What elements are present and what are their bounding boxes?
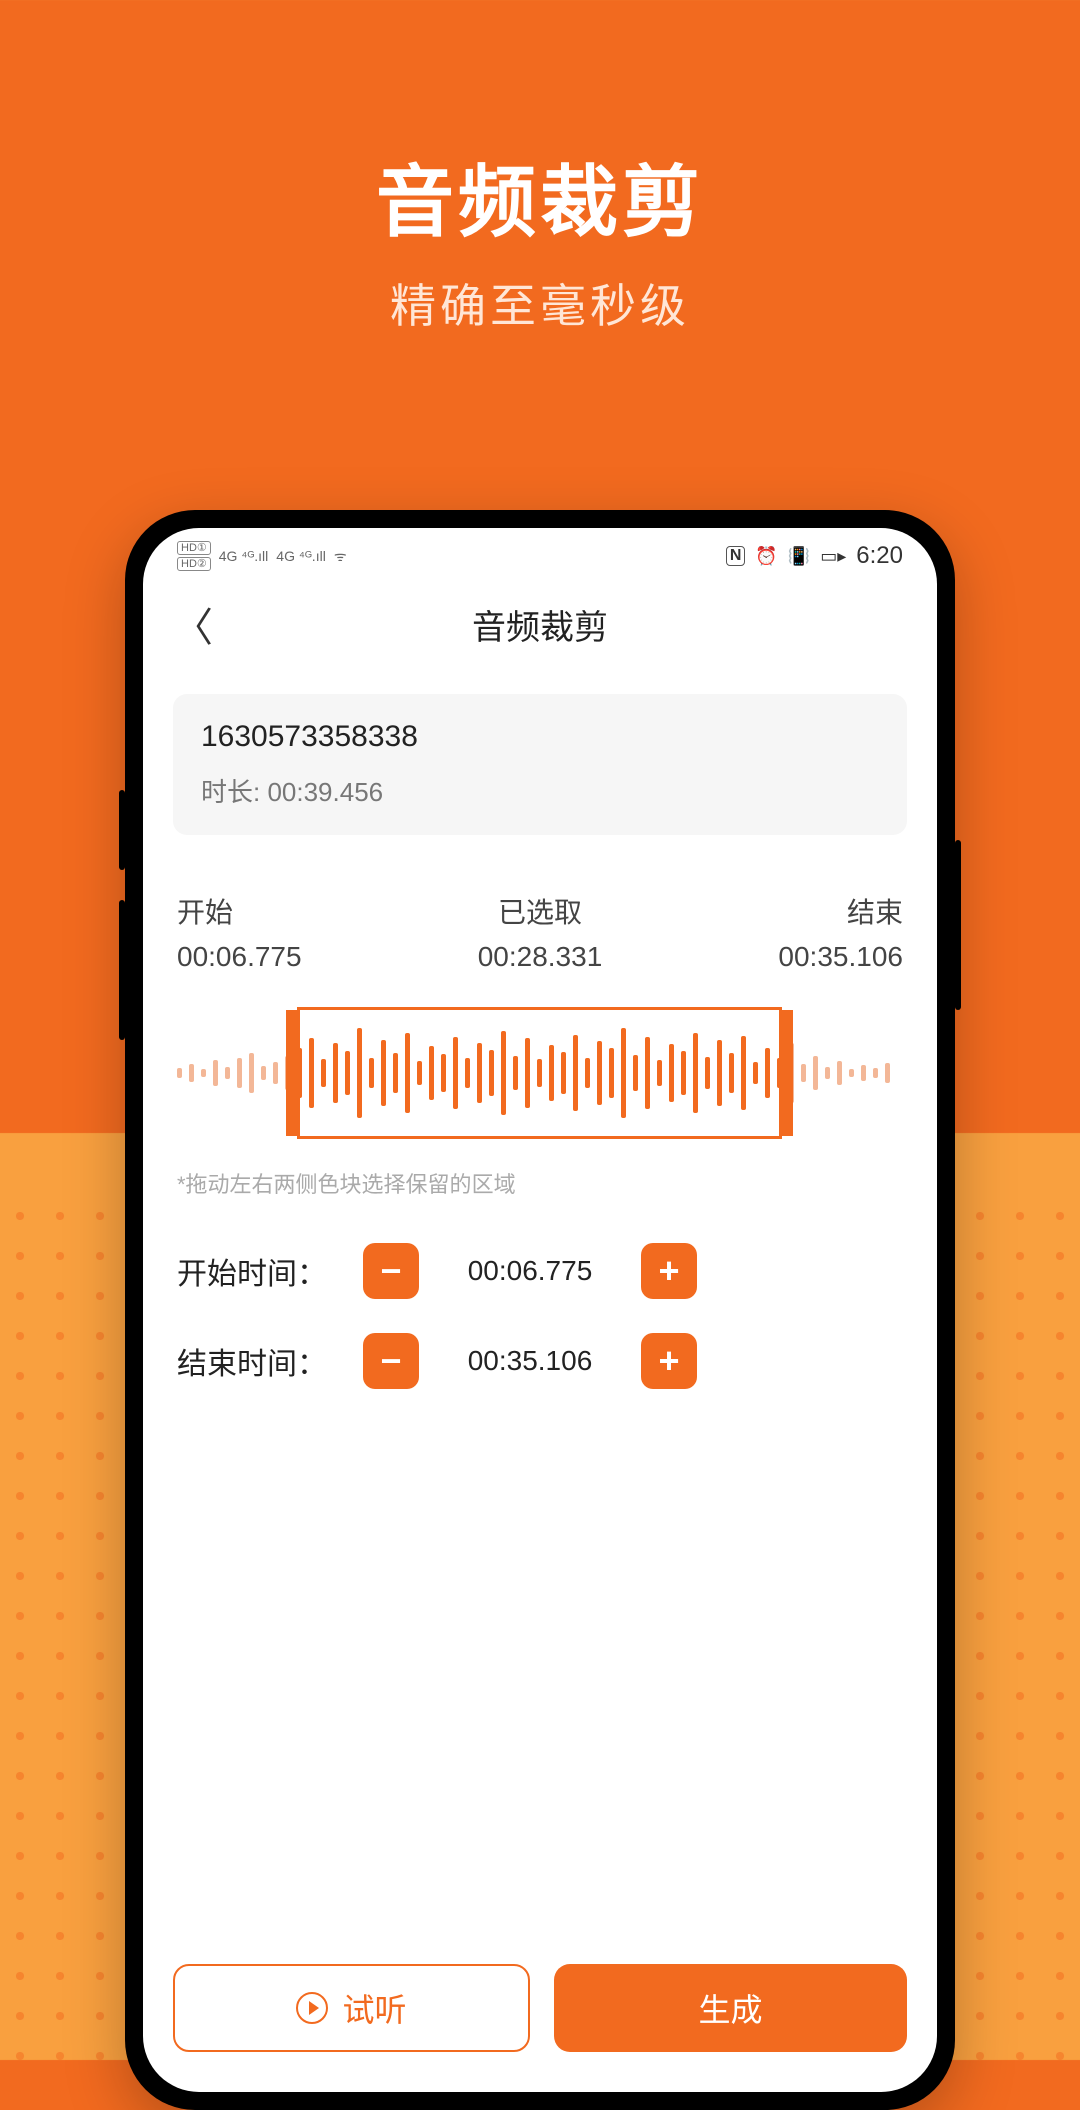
phone-screen: HD① HD② 4G ⁴ᴳ.ıll 4G ⁴ᴳ.ıll ᯤ N ⏰ 📳 ▭▸ 6… — [143, 528, 937, 2092]
waveform-bar — [825, 1067, 830, 1079]
battery-icon: ▭▸ — [820, 546, 846, 567]
end-plus-button[interactable]: + — [641, 1333, 697, 1389]
waveform-bar — [837, 1061, 842, 1085]
selection-box[interactable] — [297, 1007, 782, 1139]
drag-hint: *拖动左右两侧色块选择保留的区域 — [177, 1167, 903, 1199]
signal1-icon: 4G ⁴ᴳ.ıll — [219, 548, 269, 564]
back-button[interactable]: 〈 — [173, 595, 213, 653]
preview-button[interactable]: 试听 — [173, 1964, 530, 2052]
waveform-bar — [885, 1063, 890, 1083]
hd1-icon: HD① — [177, 541, 211, 555]
selection-handle-left[interactable] — [286, 1010, 300, 1136]
waveform-bar — [861, 1065, 866, 1081]
file-duration: 时长: 00:39.456 — [201, 772, 879, 809]
preview-label: 试听 — [342, 1985, 406, 2031]
end-time-label: 结束时间： — [177, 1339, 347, 1383]
selected-label: 已选取 — [478, 891, 603, 931]
wifi-icon: ᯤ — [334, 547, 347, 566]
play-icon — [296, 1992, 328, 2024]
hd2-icon: HD② — [177, 557, 211, 571]
start-value: 00:06.775 — [177, 941, 302, 973]
waveform-bar — [189, 1064, 194, 1082]
start-time-row: 开始时间： − 00:06.775 + — [177, 1243, 903, 1299]
start-time-label: 开始时间： — [177, 1249, 347, 1293]
generate-label: 生成 — [698, 1985, 762, 2031]
start-time-input[interactable]: 00:06.775 — [435, 1243, 625, 1299]
waveform-bar — [873, 1068, 878, 1078]
signal2-icon: 4G ⁴ᴳ.ıll — [276, 548, 326, 564]
file-name: 1630573358338 — [201, 720, 879, 754]
end-time-input[interactable]: 00:35.106 — [435, 1333, 625, 1389]
app-header: 〈 音频裁剪 — [143, 584, 937, 664]
waveform-bar — [261, 1066, 266, 1080]
waveform-bar — [201, 1069, 206, 1077]
file-info-card: 1630573358338 时长: 00:39.456 — [173, 694, 907, 835]
end-value: 00:35.106 — [778, 941, 903, 973]
start-minus-button[interactable]: − — [363, 1243, 419, 1299]
waveform-bar — [177, 1068, 182, 1078]
marketing-subtitle: 精确至毫秒级 — [0, 270, 1080, 336]
alarm-icon: ⏰ — [755, 546, 777, 567]
waveform-bar — [801, 1064, 806, 1082]
start-plus-button[interactable]: + — [641, 1243, 697, 1299]
waveform-bar — [849, 1069, 854, 1077]
waveform-bar — [213, 1060, 218, 1086]
clock: 6:20 — [856, 542, 903, 570]
selection-handle-right[interactable] — [779, 1010, 793, 1136]
bottom-actions: 试听 生成 — [173, 1964, 907, 2052]
end-time-row: 结束时间： − 00:35.106 + — [177, 1333, 903, 1389]
waveform-bar — [249, 1053, 254, 1093]
status-bar: HD① HD② 4G ⁴ᴳ.ıll 4G ⁴ᴳ.ıll ᯤ N ⏰ 📳 ▭▸ 6… — [143, 528, 937, 584]
end-minus-button[interactable]: − — [363, 1333, 419, 1389]
nfc-icon: N — [726, 546, 746, 566]
timeline-summary: 开始 00:06.775 已选取 00:28.331 结束 00:35.106 — [177, 891, 903, 973]
page-title: 音频裁剪 — [472, 600, 608, 649]
waveform-bar — [225, 1067, 230, 1079]
vibrate-icon: 📳 — [788, 546, 810, 567]
generate-button[interactable]: 生成 — [554, 1964, 907, 2052]
start-label: 开始 — [177, 891, 302, 931]
waveform-bar — [237, 1058, 242, 1088]
end-label: 结束 — [778, 891, 903, 931]
phone-frame: HD① HD② 4G ⁴ᴳ.ıll 4G ⁴ᴳ.ıll ᯤ N ⏰ 📳 ▭▸ 6… — [125, 510, 955, 2110]
waveform-bar — [813, 1056, 818, 1090]
marketing-title: 音频裁剪 — [0, 140, 1080, 252]
selected-value: 00:28.331 — [478, 941, 603, 973]
waveform-bar — [273, 1062, 278, 1084]
waveform[interactable] — [177, 1003, 903, 1143]
